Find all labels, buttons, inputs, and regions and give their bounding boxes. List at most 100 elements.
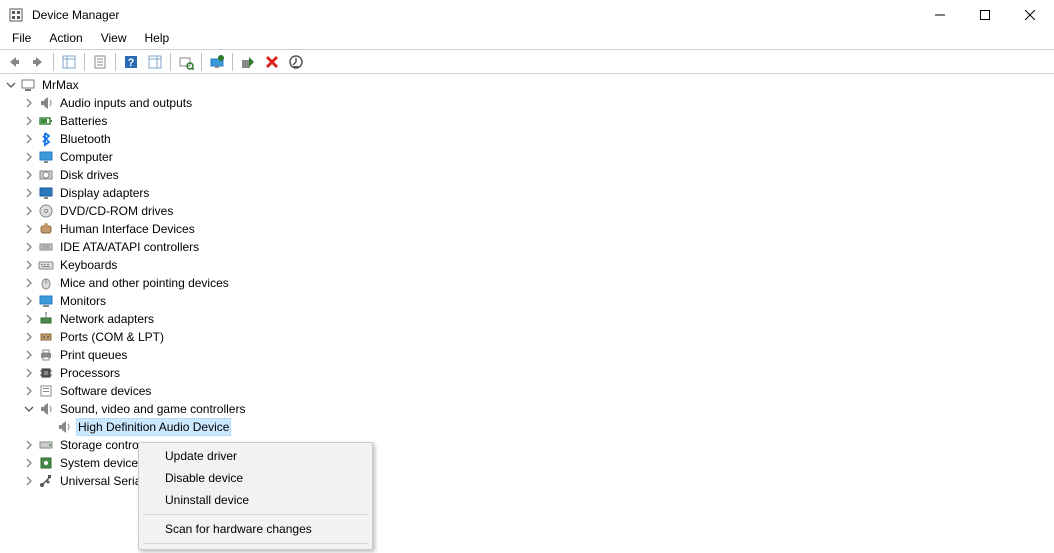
app-icon [8, 7, 24, 23]
tree-category-label: Display adapters [58, 184, 151, 202]
tree-category[interactable]: Mice and other pointing devices [4, 274, 1054, 292]
tree-category[interactable]: Batteries [4, 112, 1054, 130]
update-driver-button[interactable] [206, 51, 228, 73]
tree-category[interactable]: Ports (COM & LPT) [4, 328, 1054, 346]
ctx-disable-device[interactable]: Disable device [141, 467, 370, 489]
chevron-right-icon[interactable] [22, 438, 36, 452]
tree-category-label: Mice and other pointing devices [58, 274, 231, 292]
disk-icon [38, 167, 54, 183]
toolbar-separator [170, 53, 171, 71]
menu-action[interactable]: Action [41, 28, 90, 48]
chevron-right-icon[interactable] [22, 96, 36, 110]
close-button[interactable] [1007, 1, 1052, 29]
tree-category[interactable]: Monitors [4, 292, 1054, 310]
context-menu[interactable]: Update driver Disable device Uninstall d… [138, 442, 373, 550]
port-icon [38, 329, 54, 345]
tree-category-label: Universal Seria [58, 472, 143, 490]
chevron-right-icon[interactable] [22, 294, 36, 308]
storage-icon [38, 437, 54, 453]
sound-icon [38, 401, 54, 417]
tree-category-label: System device [58, 454, 140, 472]
chevron-right-icon[interactable] [22, 150, 36, 164]
chevron-right-icon[interactable] [22, 276, 36, 290]
tree-category[interactable]: Software devices [4, 382, 1054, 400]
chevron-down-icon[interactable] [4, 78, 18, 92]
tree-category[interactable]: IDE ATA/ATAPI controllers [4, 238, 1054, 256]
tree-category[interactable]: Print queues [4, 346, 1054, 364]
chevron-right-icon[interactable] [22, 348, 36, 362]
tree-category[interactable]: Sound, video and game controllers [4, 400, 1054, 418]
minimize-button[interactable] [917, 1, 962, 29]
ctx-scan-hardware[interactable]: Scan for hardware changes [141, 518, 370, 540]
speaker-icon [56, 419, 72, 435]
system-icon [38, 455, 54, 471]
chevron-right-icon[interactable] [22, 456, 36, 470]
tree-category[interactable]: Network adapters [4, 310, 1054, 328]
chevron-right-icon[interactable] [22, 132, 36, 146]
chevron-right-icon[interactable] [22, 114, 36, 128]
ctx-update-driver[interactable]: Update driver [141, 445, 370, 467]
menu-help[interactable]: Help [137, 28, 178, 48]
tree-category-label: Ports (COM & LPT) [58, 328, 166, 346]
chevron-right-icon[interactable] [22, 222, 36, 236]
tree-category-label: Monitors [58, 292, 108, 310]
tree-category[interactable]: DVD/CD-ROM drives [4, 202, 1054, 220]
chevron-right-icon[interactable] [22, 384, 36, 398]
maximize-button[interactable] [962, 1, 1007, 29]
ctx-uninstall-device[interactable]: Uninstall device [141, 489, 370, 511]
scan-hardware-button[interactable] [175, 51, 197, 73]
tree-category[interactable]: Human Interface Devices [4, 220, 1054, 238]
usb-icon [38, 473, 54, 489]
help-button[interactable]: ? [120, 51, 142, 73]
tree-category-label: Storage contro [58, 436, 141, 454]
toolbar: ? [0, 50, 1054, 74]
cpu-icon [38, 365, 54, 381]
network-icon [38, 311, 54, 327]
chevron-right-icon[interactable] [22, 366, 36, 380]
forward-button[interactable] [27, 51, 49, 73]
back-button[interactable] [3, 51, 25, 73]
keyboard-icon [38, 257, 54, 273]
chevron-right-icon[interactable] [22, 258, 36, 272]
uninstall-device-button[interactable] [261, 51, 283, 73]
window-title: Device Manager [32, 8, 917, 22]
tree-category[interactable]: Display adapters [4, 184, 1054, 202]
tree-category[interactable]: Keyboards [4, 256, 1054, 274]
tree-category[interactable]: Computer [4, 148, 1054, 166]
ctx-separator [143, 514, 368, 515]
tree-category-label: Network adapters [58, 310, 156, 328]
tree-root[interactable]: MrMax [4, 76, 1054, 94]
tree-category-label: Bluetooth [58, 130, 113, 148]
chevron-right-icon[interactable] [22, 312, 36, 326]
tree-category[interactable]: Disk drives [4, 166, 1054, 184]
chevron-down-icon[interactable] [22, 402, 36, 416]
toolbar-separator [201, 53, 202, 71]
tree-device[interactable]: High Definition Audio Device [4, 418, 1054, 436]
chevron-right-icon[interactable] [22, 474, 36, 488]
enable-device-button[interactable] [237, 51, 259, 73]
tree-category[interactable]: Processors [4, 364, 1054, 382]
svg-text:?: ? [128, 57, 135, 69]
tree-device-label: High Definition Audio Device [76, 418, 231, 436]
chevron-right-icon[interactable] [22, 330, 36, 344]
monitor2-icon [38, 293, 54, 309]
chevron-right-icon[interactable] [22, 168, 36, 182]
menubar: File Action View Help [0, 30, 1054, 50]
tree-category-label: Batteries [58, 112, 109, 130]
tree-category[interactable]: Bluetooth [4, 130, 1054, 148]
show-hide-tree-button[interactable] [58, 51, 80, 73]
legacy-hardware-button[interactable] [285, 51, 307, 73]
hid-icon [38, 221, 54, 237]
tree-category-label: Disk drives [58, 166, 121, 184]
tree-category[interactable]: Audio inputs and outputs [4, 94, 1054, 112]
software-icon [38, 383, 54, 399]
menu-view[interactable]: View [93, 28, 135, 48]
properties-button[interactable] [89, 51, 111, 73]
chevron-right-icon[interactable] [22, 240, 36, 254]
chevron-right-icon[interactable] [22, 204, 36, 218]
tree-category-label: Print queues [58, 346, 129, 364]
menu-file[interactable]: File [4, 28, 39, 48]
chevron-right-icon[interactable] [22, 186, 36, 200]
show-hide-action-pane-button[interactable] [144, 51, 166, 73]
tree-category-label: IDE ATA/ATAPI controllers [58, 238, 201, 256]
